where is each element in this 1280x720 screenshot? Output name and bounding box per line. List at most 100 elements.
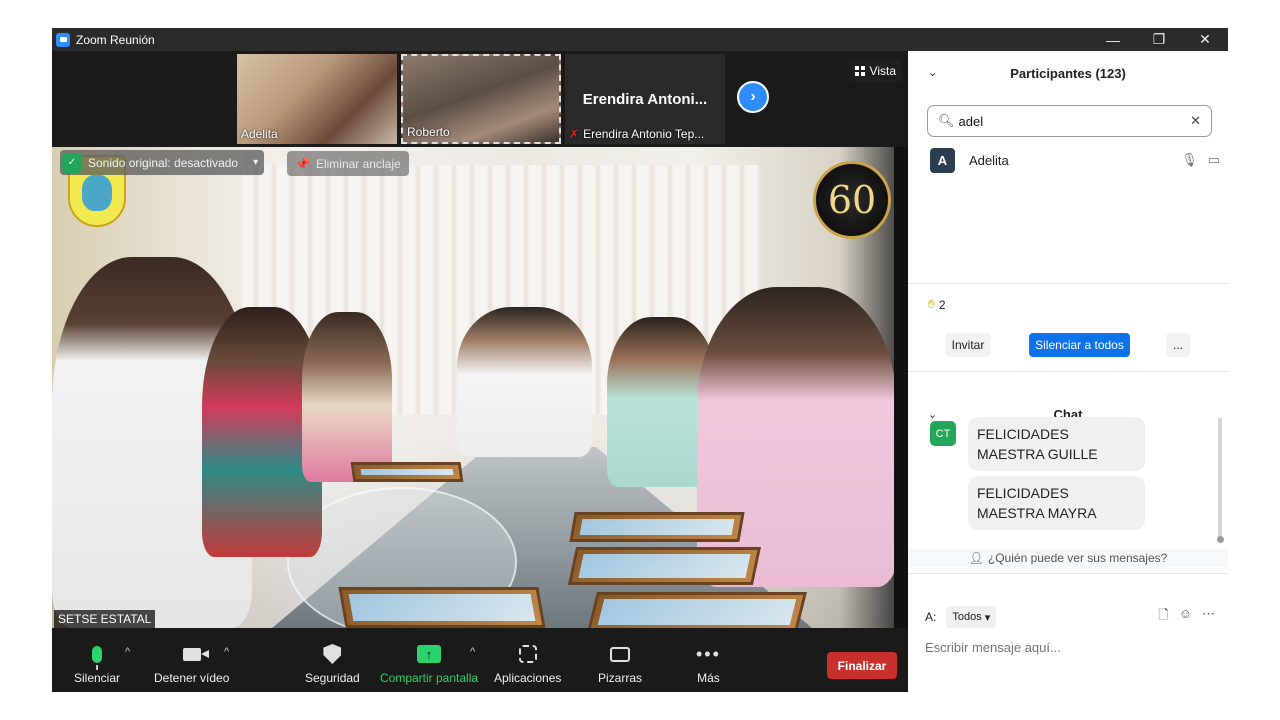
raised-hands-count: ✋︎ 2 bbox=[928, 297, 946, 312]
participant-name-row: ✗ Erendira Antonio Tep... bbox=[569, 127, 704, 141]
avatar: A bbox=[930, 147, 955, 173]
end-meeting-button[interactable]: Finalizar bbox=[827, 652, 897, 679]
unpin-button[interactable]: 📌 Eliminar anclaje bbox=[287, 151, 409, 176]
chat-recipient-row: A: Todos ▾ 🗋 ☺ ⋯ bbox=[925, 606, 1215, 628]
more-button[interactable]: ••• Más bbox=[696, 640, 721, 686]
chat-message: FELICIDADES MAESTRA GUILLE bbox=[968, 417, 1145, 471]
zoom-window: Zoom Reunión — ❐ ✕ Adelita Roberto Erend… bbox=[52, 28, 1228, 692]
apps-icon bbox=[518, 645, 537, 663]
whiteboards-label: Pizarras bbox=[598, 671, 643, 685]
original-sound-toggle[interactable]: ✓ Sonido original: desactivado ▾ bbox=[60, 150, 265, 175]
microphone-icon[interactable]: 🎙︎ bbox=[1181, 152, 1198, 168]
main-video[interactable]: 60 ✓ Sonido original: desactivado ▾ 📌 El… bbox=[52, 147, 908, 628]
security-label: Seguridad bbox=[305, 671, 360, 685]
chat-actions: 🗋 ☺ ⋯ bbox=[1158, 606, 1215, 628]
apps-label: Aplicaciones bbox=[494, 671, 562, 685]
more-label: Más bbox=[697, 671, 720, 685]
shield-icon bbox=[323, 644, 342, 664]
divider bbox=[908, 283, 1228, 284]
window-title: Zoom Reunión bbox=[76, 32, 155, 47]
title-bar: Zoom Reunión — ❐ ✕ bbox=[52, 28, 1228, 51]
participant-name: Adelita bbox=[241, 127, 278, 141]
recipient-value: Todos bbox=[952, 611, 982, 623]
side-panel: ⌄ Participantes (123) 🔍︎ adel ✕ A Adelit… bbox=[908, 51, 1228, 692]
person bbox=[457, 307, 592, 457]
invite-button[interactable]: Invitar bbox=[945, 333, 991, 357]
more-dots-icon[interactable]: ⋯ bbox=[1202, 606, 1215, 628]
message-visibility-link[interactable]: 👤︎ ¿Quién puede ver sus mensajes? bbox=[908, 549, 1228, 567]
clear-search-icon[interactable]: ✕ bbox=[1190, 113, 1201, 129]
chat-message: FELICIDADES MAESTRA MAYRA bbox=[968, 476, 1145, 530]
raised-hands-number: 2 bbox=[938, 297, 946, 312]
participant-row[interactable]: A Adelita 🎙︎ ▭ bbox=[930, 147, 1220, 173]
search-icon: 🔍︎ bbox=[938, 113, 955, 128]
audio-options-chevron-icon[interactable]: ^ bbox=[125, 646, 130, 658]
video-thumbnail[interactable]: Erendira Antoni... ✗ Erendira Antonio Tep… bbox=[565, 54, 725, 144]
close-button[interactable]: ✕ bbox=[1182, 28, 1228, 51]
raised-hand-icon: ✋︎ bbox=[928, 297, 935, 311]
plaque bbox=[338, 587, 546, 628]
participant-row-name: Adelita bbox=[969, 152, 1009, 168]
microphone-icon bbox=[92, 645, 103, 670]
unpin-label: Eliminar anclaje bbox=[315, 156, 401, 171]
share-screen-icon: ↑ bbox=[417, 645, 442, 663]
emoji-icon[interactable]: ☺ bbox=[1179, 606, 1192, 628]
participant-name: Erendira Antonio Tep... bbox=[583, 127, 705, 141]
video-camera-icon bbox=[182, 647, 209, 661]
meeting-toolbar: Silenciar ^ Detener vídeo ^ Seguridad ↑ … bbox=[52, 628, 908, 692]
recipient-select[interactable]: Todos ▾ bbox=[946, 606, 997, 628]
person bbox=[302, 312, 392, 482]
minimize-button[interactable]: — bbox=[1090, 28, 1136, 51]
anniversary-badge: 60 bbox=[813, 161, 891, 239]
stop-video-button[interactable]: Detener vídeo bbox=[154, 640, 229, 685]
search-value[interactable]: adel bbox=[959, 114, 1191, 129]
dark-edge bbox=[894, 147, 908, 628]
plaque bbox=[587, 592, 807, 628]
next-page-button[interactable]: › bbox=[737, 81, 769, 113]
thumbnail-strip: Adelita Roberto Erendira Antoni... ✗ Eren… bbox=[52, 51, 908, 147]
recipient-label: A: bbox=[925, 610, 937, 624]
mute-button[interactable]: Silenciar bbox=[74, 640, 120, 685]
chevron-right-icon: › bbox=[750, 88, 756, 105]
mute-label: Silenciar bbox=[74, 671, 121, 685]
person bbox=[697, 287, 897, 587]
divider bbox=[908, 573, 1228, 574]
original-sound-label: Sonido original: desactivado bbox=[88, 155, 239, 170]
plaque bbox=[569, 512, 745, 542]
stop-video-label: Detener vídeo bbox=[154, 671, 230, 685]
video-thumbnail[interactable]: Roberto bbox=[401, 54, 561, 144]
share-screen-button[interactable]: ↑ Compartir pantalla bbox=[380, 640, 478, 685]
more-dots-icon: ••• bbox=[696, 643, 721, 664]
view-button[interactable]: Vista bbox=[848, 60, 902, 82]
video-thumbnail[interactable]: Adelita bbox=[237, 54, 397, 144]
plaque bbox=[350, 462, 464, 482]
apps-button[interactable]: Aplicaciones bbox=[494, 640, 561, 685]
chat-message-input[interactable] bbox=[925, 637, 1215, 657]
whiteboards-button[interactable]: Pizarras bbox=[598, 640, 642, 685]
mute-all-button[interactable]: Silenciar a todos bbox=[1029, 333, 1130, 357]
mic-muted-icon: ✗ bbox=[569, 127, 580, 141]
chat-scrollbar[interactable] bbox=[1218, 418, 1222, 538]
avatar: CT bbox=[930, 421, 956, 446]
video-options-chevron-icon[interactable]: ^ bbox=[224, 646, 229, 658]
chevron-down-icon[interactable]: ▾ bbox=[246, 150, 264, 175]
participant-name: Roberto bbox=[407, 125, 450, 139]
restore-button[interactable]: ❐ bbox=[1136, 28, 1182, 51]
chat-scrollbar-thumb[interactable] bbox=[1217, 536, 1224, 543]
divider bbox=[908, 371, 1228, 372]
file-icon[interactable]: 🗋 bbox=[1158, 606, 1168, 628]
participant-search-input[interactable]: 🔍︎ adel ✕ bbox=[927, 105, 1212, 137]
message-visibility-label: ¿Quién puede ver sus mensajes? bbox=[987, 551, 1168, 565]
encryption-shield-icon: ✓ bbox=[62, 152, 82, 173]
security-button[interactable]: Seguridad bbox=[305, 640, 360, 685]
participants-more-button[interactable]: ... bbox=[1166, 333, 1190, 357]
video-camera-icon[interactable]: ▭ bbox=[1208, 152, 1220, 168]
pin-icon: 📌 bbox=[295, 156, 310, 171]
window-controls: — ❐ ✕ bbox=[1090, 28, 1228, 51]
person-lock-icon: 👤︎ bbox=[968, 551, 984, 565]
participants-header: Participantes (123) bbox=[1010, 65, 1126, 81]
share-options-chevron-icon[interactable]: ^ bbox=[470, 646, 475, 658]
whiteboard-icon bbox=[610, 646, 630, 662]
zoom-app-icon bbox=[56, 32, 70, 47]
speaker-name: SETSE ESTATAL bbox=[54, 610, 156, 628]
